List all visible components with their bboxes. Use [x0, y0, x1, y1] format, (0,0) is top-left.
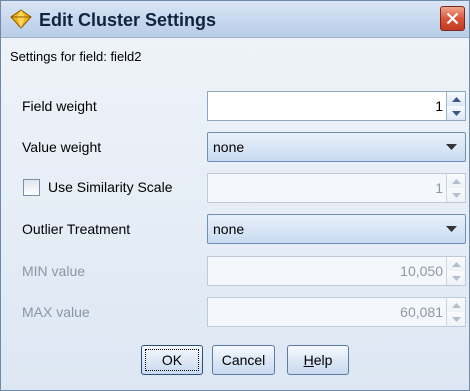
max-value-decrement: [447, 312, 465, 326]
use-similarity-scale-checkbox[interactable]: [23, 179, 40, 196]
close-button[interactable]: [440, 6, 465, 31]
field-weight-value[interactable]: 1: [435, 98, 443, 114]
max-value-increment: [447, 298, 465, 313]
value-weight-selected: none: [213, 139, 245, 155]
close-icon: [446, 12, 459, 25]
field-weight-increment[interactable]: [447, 92, 465, 107]
field-weight-spinner[interactable]: 1: [207, 91, 466, 121]
similarity-scale-decrement: [447, 188, 465, 202]
value-weight-dropdown[interactable]: none: [207, 132, 466, 162]
outlier-treatment-selected: none: [213, 221, 245, 237]
spin-up-arrow-icon: [451, 96, 461, 102]
min-value-spinner: 10,050: [207, 256, 466, 286]
outlier-treatment-label: Outlier Treatment: [22, 221, 131, 237]
spin-up-arrow-icon: [451, 178, 461, 184]
field-weight-spin-buttons: [446, 92, 465, 120]
chevron-down-icon: [446, 144, 457, 150]
cluster-diamond-icon: [10, 9, 32, 29]
cancel-button-label: Cancel: [221, 352, 266, 368]
ok-button-label: OK: [161, 352, 183, 368]
spin-up-arrow-icon: [451, 302, 461, 308]
help-button[interactable]: Help: [287, 345, 349, 375]
spin-down-arrow-icon: [451, 192, 461, 198]
similarity-scale-increment: [447, 174, 465, 189]
field-weight-label: Field weight: [22, 98, 97, 114]
dialog-body: Settings for field: field2 Field weight …: [1, 38, 469, 390]
min-value-label: MIN value: [22, 263, 86, 279]
spin-down-arrow-icon: [451, 316, 461, 322]
outlier-treatment-dropdown[interactable]: none: [207, 214, 466, 244]
chevron-down-icon: [446, 226, 457, 232]
max-value-value: 60,081: [400, 304, 443, 320]
ok-button[interactable]: OK: [141, 345, 203, 375]
field-weight-decrement[interactable]: [447, 106, 465, 120]
min-value-decrement: [447, 271, 465, 285]
help-button-mnemonic: H: [303, 352, 314, 368]
similarity-scale-spinner: 1: [207, 173, 466, 203]
edit-cluster-settings-dialog: Edit Cluster Settings Settings for field…: [0, 0, 470, 391]
max-value-spinner: 60,081: [207, 297, 466, 327]
spin-up-arrow-icon: [451, 261, 461, 267]
value-weight-label: Value weight: [22, 139, 102, 155]
min-value-value: 10,050: [400, 263, 443, 279]
help-button-label: elp: [313, 352, 333, 368]
max-value-label: MAX value: [22, 304, 90, 320]
spin-down-arrow-icon: [451, 275, 461, 281]
max-value-spin-buttons: [446, 298, 465, 326]
settings-for-field-label: Settings for field: field2: [10, 49, 142, 64]
similarity-scale-spin-buttons: [446, 174, 465, 202]
cancel-button[interactable]: Cancel: [212, 345, 275, 375]
min-value-spin-buttons: [446, 257, 465, 285]
similarity-scale-value: 1: [435, 180, 443, 196]
title-bar[interactable]: Edit Cluster Settings: [1, 1, 469, 38]
min-value-increment: [447, 257, 465, 272]
spin-down-arrow-icon: [451, 110, 461, 116]
dialog-title: Edit Cluster Settings: [39, 10, 217, 30]
use-similarity-scale-label[interactable]: Use Similarity Scale: [48, 179, 172, 195]
